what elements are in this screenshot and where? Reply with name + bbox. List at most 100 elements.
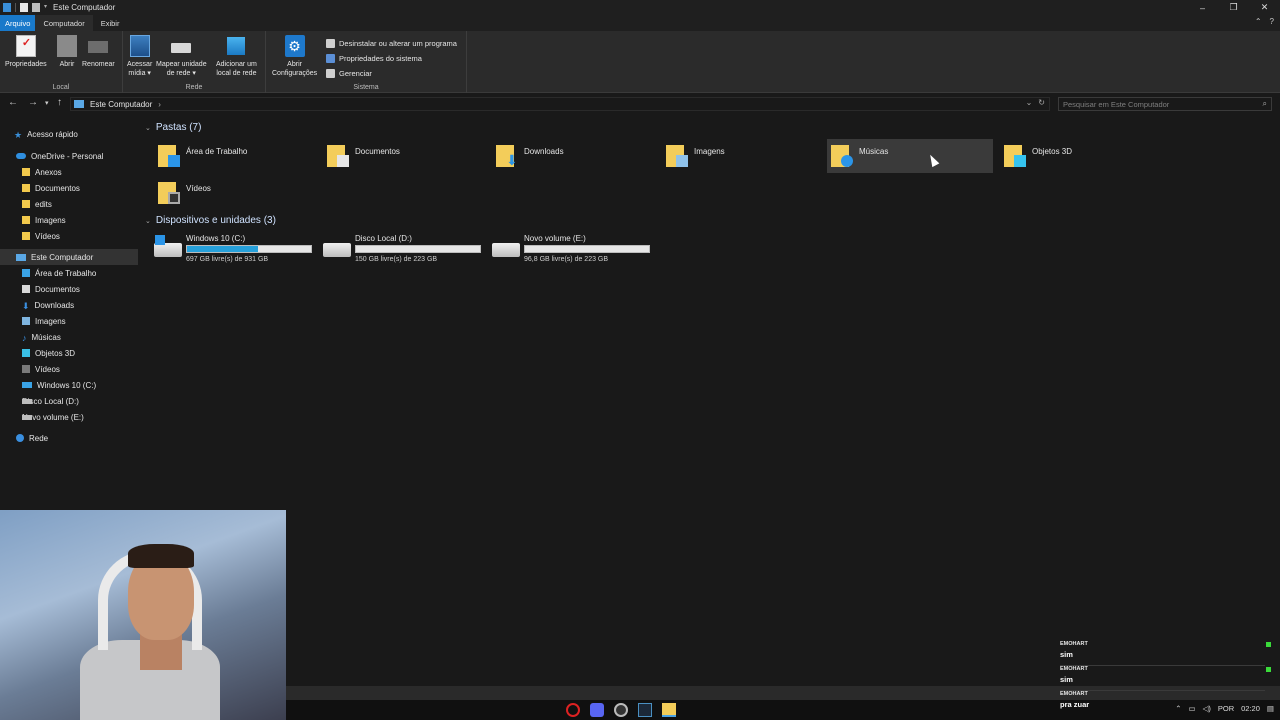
open-settings-button[interactable]: ⚙ Abrir Configurações [272, 35, 317, 78]
address-dropdown-icon[interactable]: ⌄ [1026, 98, 1033, 107]
minimize-button[interactable]: – [1187, 0, 1218, 15]
system-properties-label: Propriedades do sistema [339, 54, 422, 63]
map-network-drive-button[interactable]: Mapear unidade de rede ▾ [156, 35, 207, 78]
sidebar-item-onedrive-imagens[interactable]: Imagens [22, 212, 66, 228]
close-button[interactable]: ✕ [1249, 0, 1280, 15]
folder-downloads[interactable]: ⬇ Downloads [492, 139, 658, 173]
sidebar-label: Imagens [35, 316, 66, 326]
chat-username: EMOHART [1060, 641, 1088, 647]
sidebar-item-documents[interactable]: Documentos [22, 281, 80, 297]
sidebar-item-onedrive[interactable]: OneDrive - Personal [16, 148, 103, 164]
chat-text: sim [1060, 675, 1073, 684]
sidebar-item-this-pc[interactable]: Este Computador [0, 249, 138, 265]
uninstall-program-button[interactable]: Desinstalar ou alterar um programa [326, 36, 457, 51]
uninstall-label: Desinstalar ou alterar um programa [339, 39, 457, 48]
search-input[interactable] [1063, 99, 1253, 109]
drive-name: Windows 10 (C:) [186, 234, 246, 243]
sidebar-item-downloads[interactable]: ⬇ Downloads [22, 297, 74, 313]
sidebar-item-edits[interactable]: edits [22, 196, 52, 212]
opera-icon[interactable] [566, 703, 580, 717]
steam-icon[interactable] [638, 703, 652, 717]
map-drive-label-2: de rede ▾ [166, 69, 196, 77]
address-bar[interactable]: Este Computador › ⌄ ↻ [70, 97, 1050, 111]
sidebar-label: Imagens [35, 215, 66, 225]
sidebar-label: Este Computador [31, 252, 94, 262]
add-network-location-button[interactable]: Adicionar um local de rede [216, 35, 257, 78]
sidebar-item-drive-e[interactable]: Novo volume (E:) [22, 409, 84, 425]
documents-folder-icon [327, 143, 349, 167]
sidebar-item-onedrive-videos[interactable]: Vídeos [22, 228, 60, 244]
search-icon[interactable]: ⌕ [1263, 99, 1267, 109]
sidebar-label: Documentos [35, 284, 80, 294]
file-explorer-icon[interactable] [662, 703, 676, 717]
folders-header[interactable]: ⌄ Pastas (7) [145, 122, 201, 133]
forward-arrow-icon[interactable]: → [28, 97, 38, 108]
sidebar-item-drive-d[interactable]: Disco Local (D:) [22, 393, 79, 409]
music-folder-icon [831, 143, 853, 167]
back-arrow-icon[interactable]: ← [8, 97, 18, 108]
map-drive-label-1: Mapear unidade [156, 61, 207, 68]
drive-e[interactable]: Novo volume (E:) 96,8 GB livre(s) de 223… [488, 233, 653, 265]
new-folder-quick-icon[interactable] [32, 3, 40, 12]
breadcrumb[interactable]: Este Computador [90, 100, 152, 109]
tab-view[interactable]: Exibir [93, 15, 128, 31]
devices-header[interactable]: ⌄ Dispositivos e unidades (3) [145, 215, 276, 226]
folder-music[interactable]: Músicas [827, 139, 993, 173]
cube-icon [22, 349, 30, 357]
discord-icon[interactable] [590, 703, 604, 717]
folder-documents[interactable]: Documentos [323, 139, 489, 173]
sidebar-item-drive-c[interactable]: Windows 10 (C:) [22, 377, 96, 393]
search-box[interactable]: ⌕ [1058, 97, 1272, 111]
sidebar-item-quick-access[interactable]: ★ Acesso rápido [14, 126, 78, 142]
open-settings-label-2: Configurações [272, 69, 318, 77]
chevron-down-icon[interactable]: ⌄ [145, 217, 151, 225]
sidebar-item-desktop[interactable]: Área de Trabalho [22, 265, 96, 281]
browser-icon[interactable] [614, 703, 628, 717]
sidebar-item-pictures[interactable]: Imagens [22, 313, 66, 329]
folder-videos[interactable]: Vídeos [154, 176, 320, 210]
uninstall-icon [326, 39, 335, 48]
computer-icon [16, 253, 26, 261]
refresh-icon[interactable]: ↻ [1038, 98, 1045, 107]
properties-quick-icon[interactable] [20, 3, 28, 12]
folder-pictures[interactable]: Imagens [662, 139, 828, 173]
properties-button[interactable]: Propriedades [5, 35, 47, 70]
sidebar-item-anexos[interactable]: Anexos [22, 164, 62, 180]
recent-locations-icon[interactable]: ▾ [45, 99, 49, 107]
system-properties-icon [326, 54, 335, 63]
downloads-folder-icon: ⬇ [496, 143, 518, 167]
chevron-right-icon[interactable]: › [158, 100, 161, 109]
sidebar-item-onedrive-documentos[interactable]: Documentos [22, 180, 80, 196]
explorer-icon [3, 3, 11, 12]
sidebar-label: Acesso rápido [27, 129, 78, 139]
folder-3d-objects[interactable]: Objetos 3D [1000, 139, 1166, 173]
chevron-down-icon[interactable]: ⌄ [145, 124, 151, 132]
drive-c[interactable]: Windows 10 (C:) 697 GB livre(s) de 931 G… [150, 233, 315, 265]
tab-file[interactable]: Arquivo [0, 15, 36, 31]
sidebar-item-music[interactable]: ♪ Músicas [22, 329, 61, 345]
customize-toolbar-icon[interactable]: ▾ [44, 3, 47, 12]
ribbon-tab-bar: Arquivo Computador Exibir ⌃ ? [0, 15, 1280, 31]
collapse-ribbon-icon[interactable]: ⌃ [1255, 17, 1262, 26]
properties-icon [15, 35, 36, 57]
sidebar-label: Downloads [34, 300, 75, 310]
drive-d[interactable]: Disco Local (D:) 150 GB livre(s) de 223 … [319, 233, 484, 265]
video-icon [22, 365, 30, 373]
rename-button[interactable]: Renomear [82, 35, 115, 70]
sidebar-item-3d-objects[interactable]: Objetos 3D [22, 345, 75, 361]
up-arrow-icon[interactable]: ↑ [57, 97, 62, 108]
drive-usage-bar [524, 245, 650, 253]
open-button[interactable]: Abrir [57, 35, 77, 70]
manage-button[interactable]: Gerenciar [326, 66, 457, 81]
sidebar-item-network[interactable]: Rede [16, 430, 48, 446]
chat-username: EMOHART [1060, 691, 1088, 697]
system-properties-button[interactable]: Propriedades do sistema [326, 51, 457, 66]
tab-computer[interactable]: Computador [35, 15, 93, 31]
access-media-button[interactable]: Acessar mídia ▾ [127, 35, 152, 78]
help-icon[interactable]: ? [1270, 17, 1274, 26]
drive-name: Disco Local (D:) [355, 234, 412, 243]
sidebar-item-videos[interactable]: Vídeos [22, 361, 60, 377]
restore-button[interactable]: ❐ [1218, 0, 1249, 15]
webcam-overlay [0, 510, 286, 720]
folder-desktop[interactable]: Área de Trabalho [154, 139, 320, 173]
